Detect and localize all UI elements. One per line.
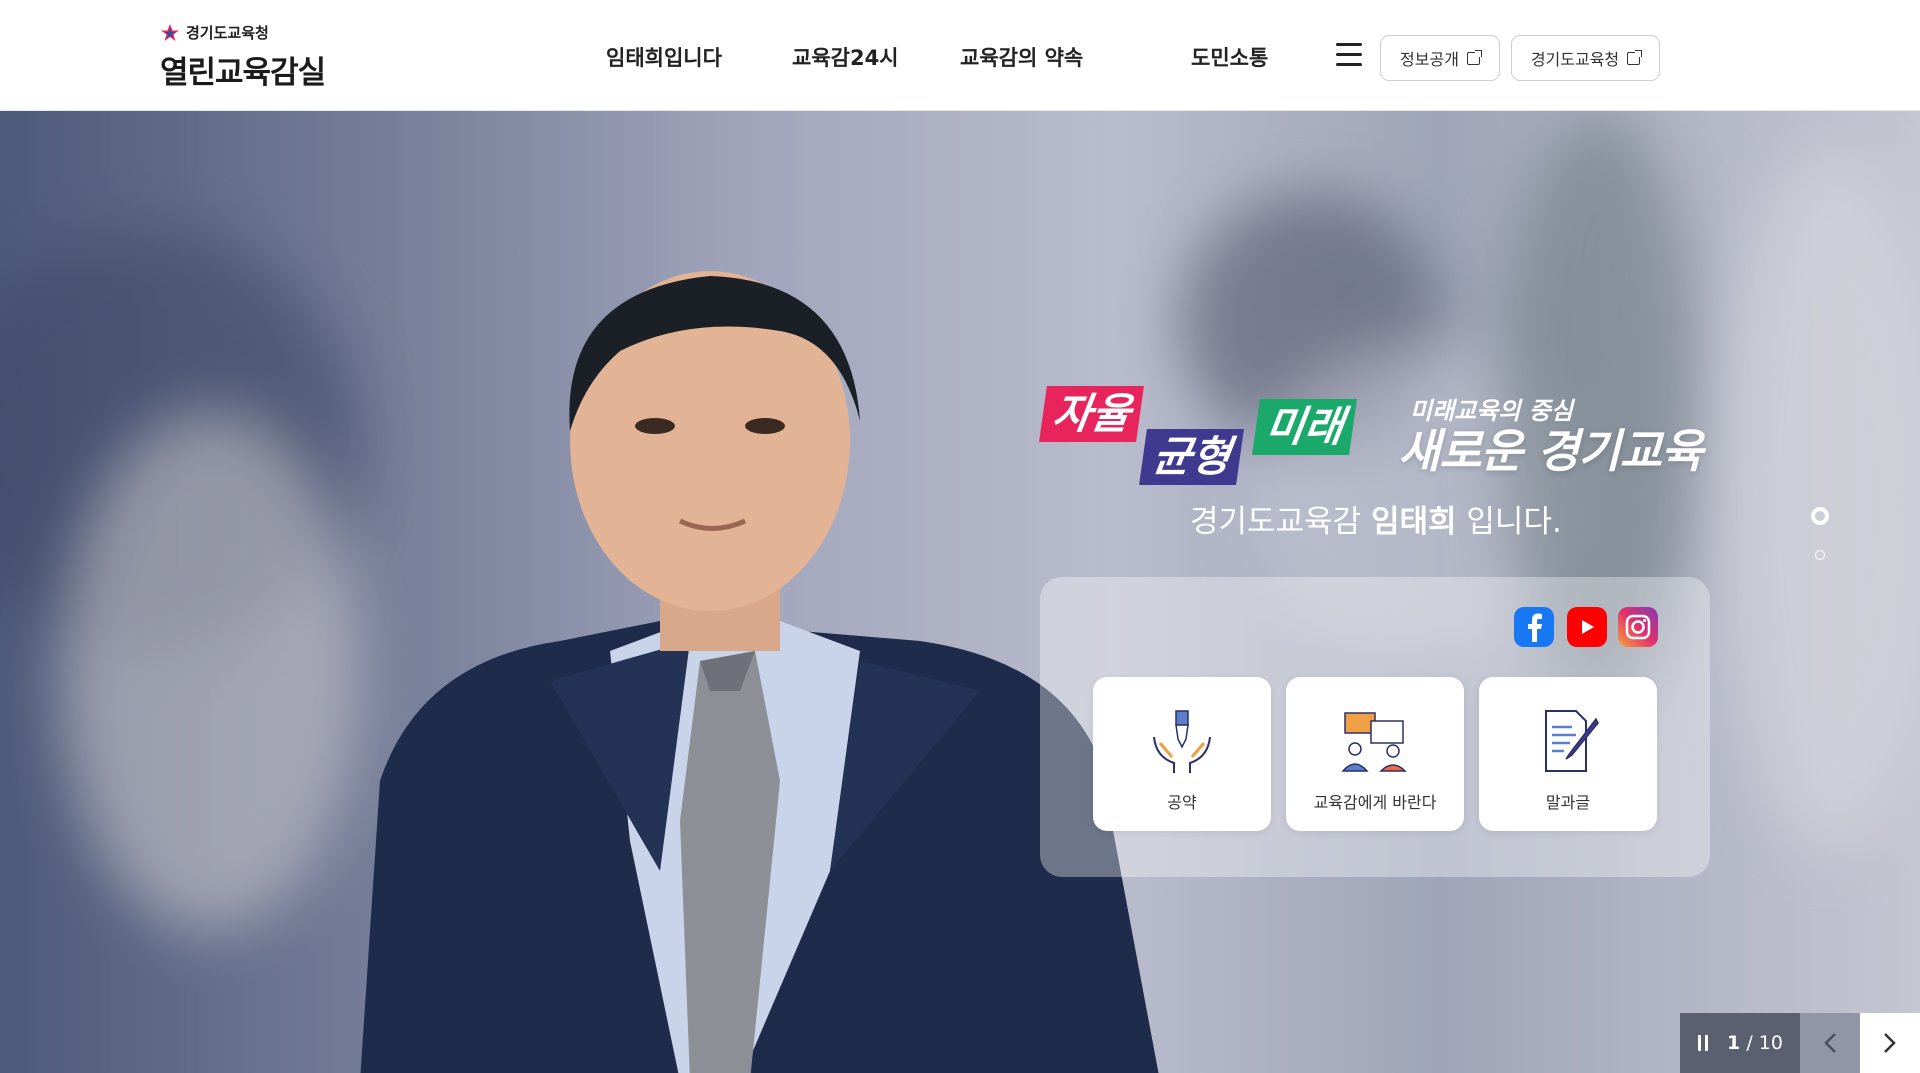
slide-dot[interactable] xyxy=(1815,550,1825,560)
slogan-tag-balance: 균형 xyxy=(1139,429,1245,485)
suggestions-label: 교육감에게 바란다 xyxy=(1313,793,1437,812)
slide-dot-active[interactable] xyxy=(1811,507,1829,525)
slide-current: 1 xyxy=(1727,1032,1741,1054)
previous-slide-button[interactable] xyxy=(1800,1013,1860,1073)
discussion-icon xyxy=(1341,712,1407,772)
gyeonggi-office-button[interactable]: 경기도교육청 xyxy=(1511,35,1660,81)
pledge-label: 공약 xyxy=(1167,793,1197,812)
greeting-prefix: 경기도교육감 xyxy=(1190,504,1362,540)
slide-status: 1 / 10 xyxy=(1680,1013,1800,1073)
main-slogan: 새로운 경기교육 xyxy=(1398,424,1703,478)
site-header: 경기도교육청 열린교육감실 임태희입니다 교육감24시 교육감의 약속 도민소통… xyxy=(0,0,1920,111)
background-shape xyxy=(60,411,360,931)
org-name: 경기도교육청 xyxy=(186,24,269,42)
slide-total: 10 xyxy=(1758,1032,1783,1054)
facebook-icon[interactable] xyxy=(1514,607,1554,647)
document-pen-icon xyxy=(1545,710,1599,772)
star-logo-icon xyxy=(161,23,179,41)
org-logo: 경기도교육청 xyxy=(160,22,325,43)
info-disclosure-button[interactable]: 정보공개 xyxy=(1380,35,1500,81)
hero-banner: 자율 균형 미래 미래교육의 중심 새로운 경기교육 경기도교육감 임태희 입니… xyxy=(0,111,1920,1073)
menu-icon[interactable] xyxy=(1336,43,1362,67)
quick-link-speeches[interactable]: 말과글 xyxy=(1479,677,1657,831)
speeches-label: 말과글 xyxy=(1545,793,1591,812)
external-link-icon xyxy=(1627,49,1643,65)
youtube-icon[interactable] xyxy=(1567,607,1607,647)
info-disclosure-label: 정보공개 xyxy=(1400,50,1459,69)
slogan-tag-future: 미래 xyxy=(1252,399,1358,455)
slide-pager: 1 / 10 xyxy=(1680,1013,1920,1073)
gyeonggi-office-label: 경기도교육청 xyxy=(1530,50,1620,69)
chevron-right-icon xyxy=(1884,1033,1896,1053)
nav-item-promise[interactable]: 교육감의 약속 xyxy=(960,42,1083,72)
nav-item-intro[interactable]: 임태희입니다 xyxy=(606,42,722,72)
greeting-name: 임태희 xyxy=(1370,504,1457,540)
background-shape xyxy=(1720,151,1920,851)
nav-item-communication[interactable]: 도민소통 xyxy=(1191,42,1268,72)
site-logo[interactable]: 경기도교육청 열린교육감실 xyxy=(160,22,326,92)
site-title: 열린교육감실 xyxy=(160,55,326,91)
greeting-suffix: 입니다. xyxy=(1466,504,1562,540)
quick-link-pledge[interactable]: 공약 xyxy=(1093,677,1271,831)
external-link-icon xyxy=(1466,49,1482,65)
slide-separator: / xyxy=(1746,1032,1753,1054)
instagram-icon[interactable] xyxy=(1618,607,1658,647)
quick-link-suggestions[interactable]: 교육감에게 바란다 xyxy=(1286,677,1464,831)
greeting-text: 경기도교육감 임태희 입니다. xyxy=(1190,496,1562,541)
nav-item-24h[interactable]: 교육감24시 xyxy=(792,42,899,72)
slogan-tag-autonomy: 자율 xyxy=(1039,386,1145,442)
pledge-pen-hands-icon xyxy=(1153,710,1211,773)
pause-icon[interactable] xyxy=(1697,1034,1709,1052)
next-slide-button[interactable] xyxy=(1860,1013,1920,1073)
chevron-left-icon xyxy=(1824,1033,1836,1053)
